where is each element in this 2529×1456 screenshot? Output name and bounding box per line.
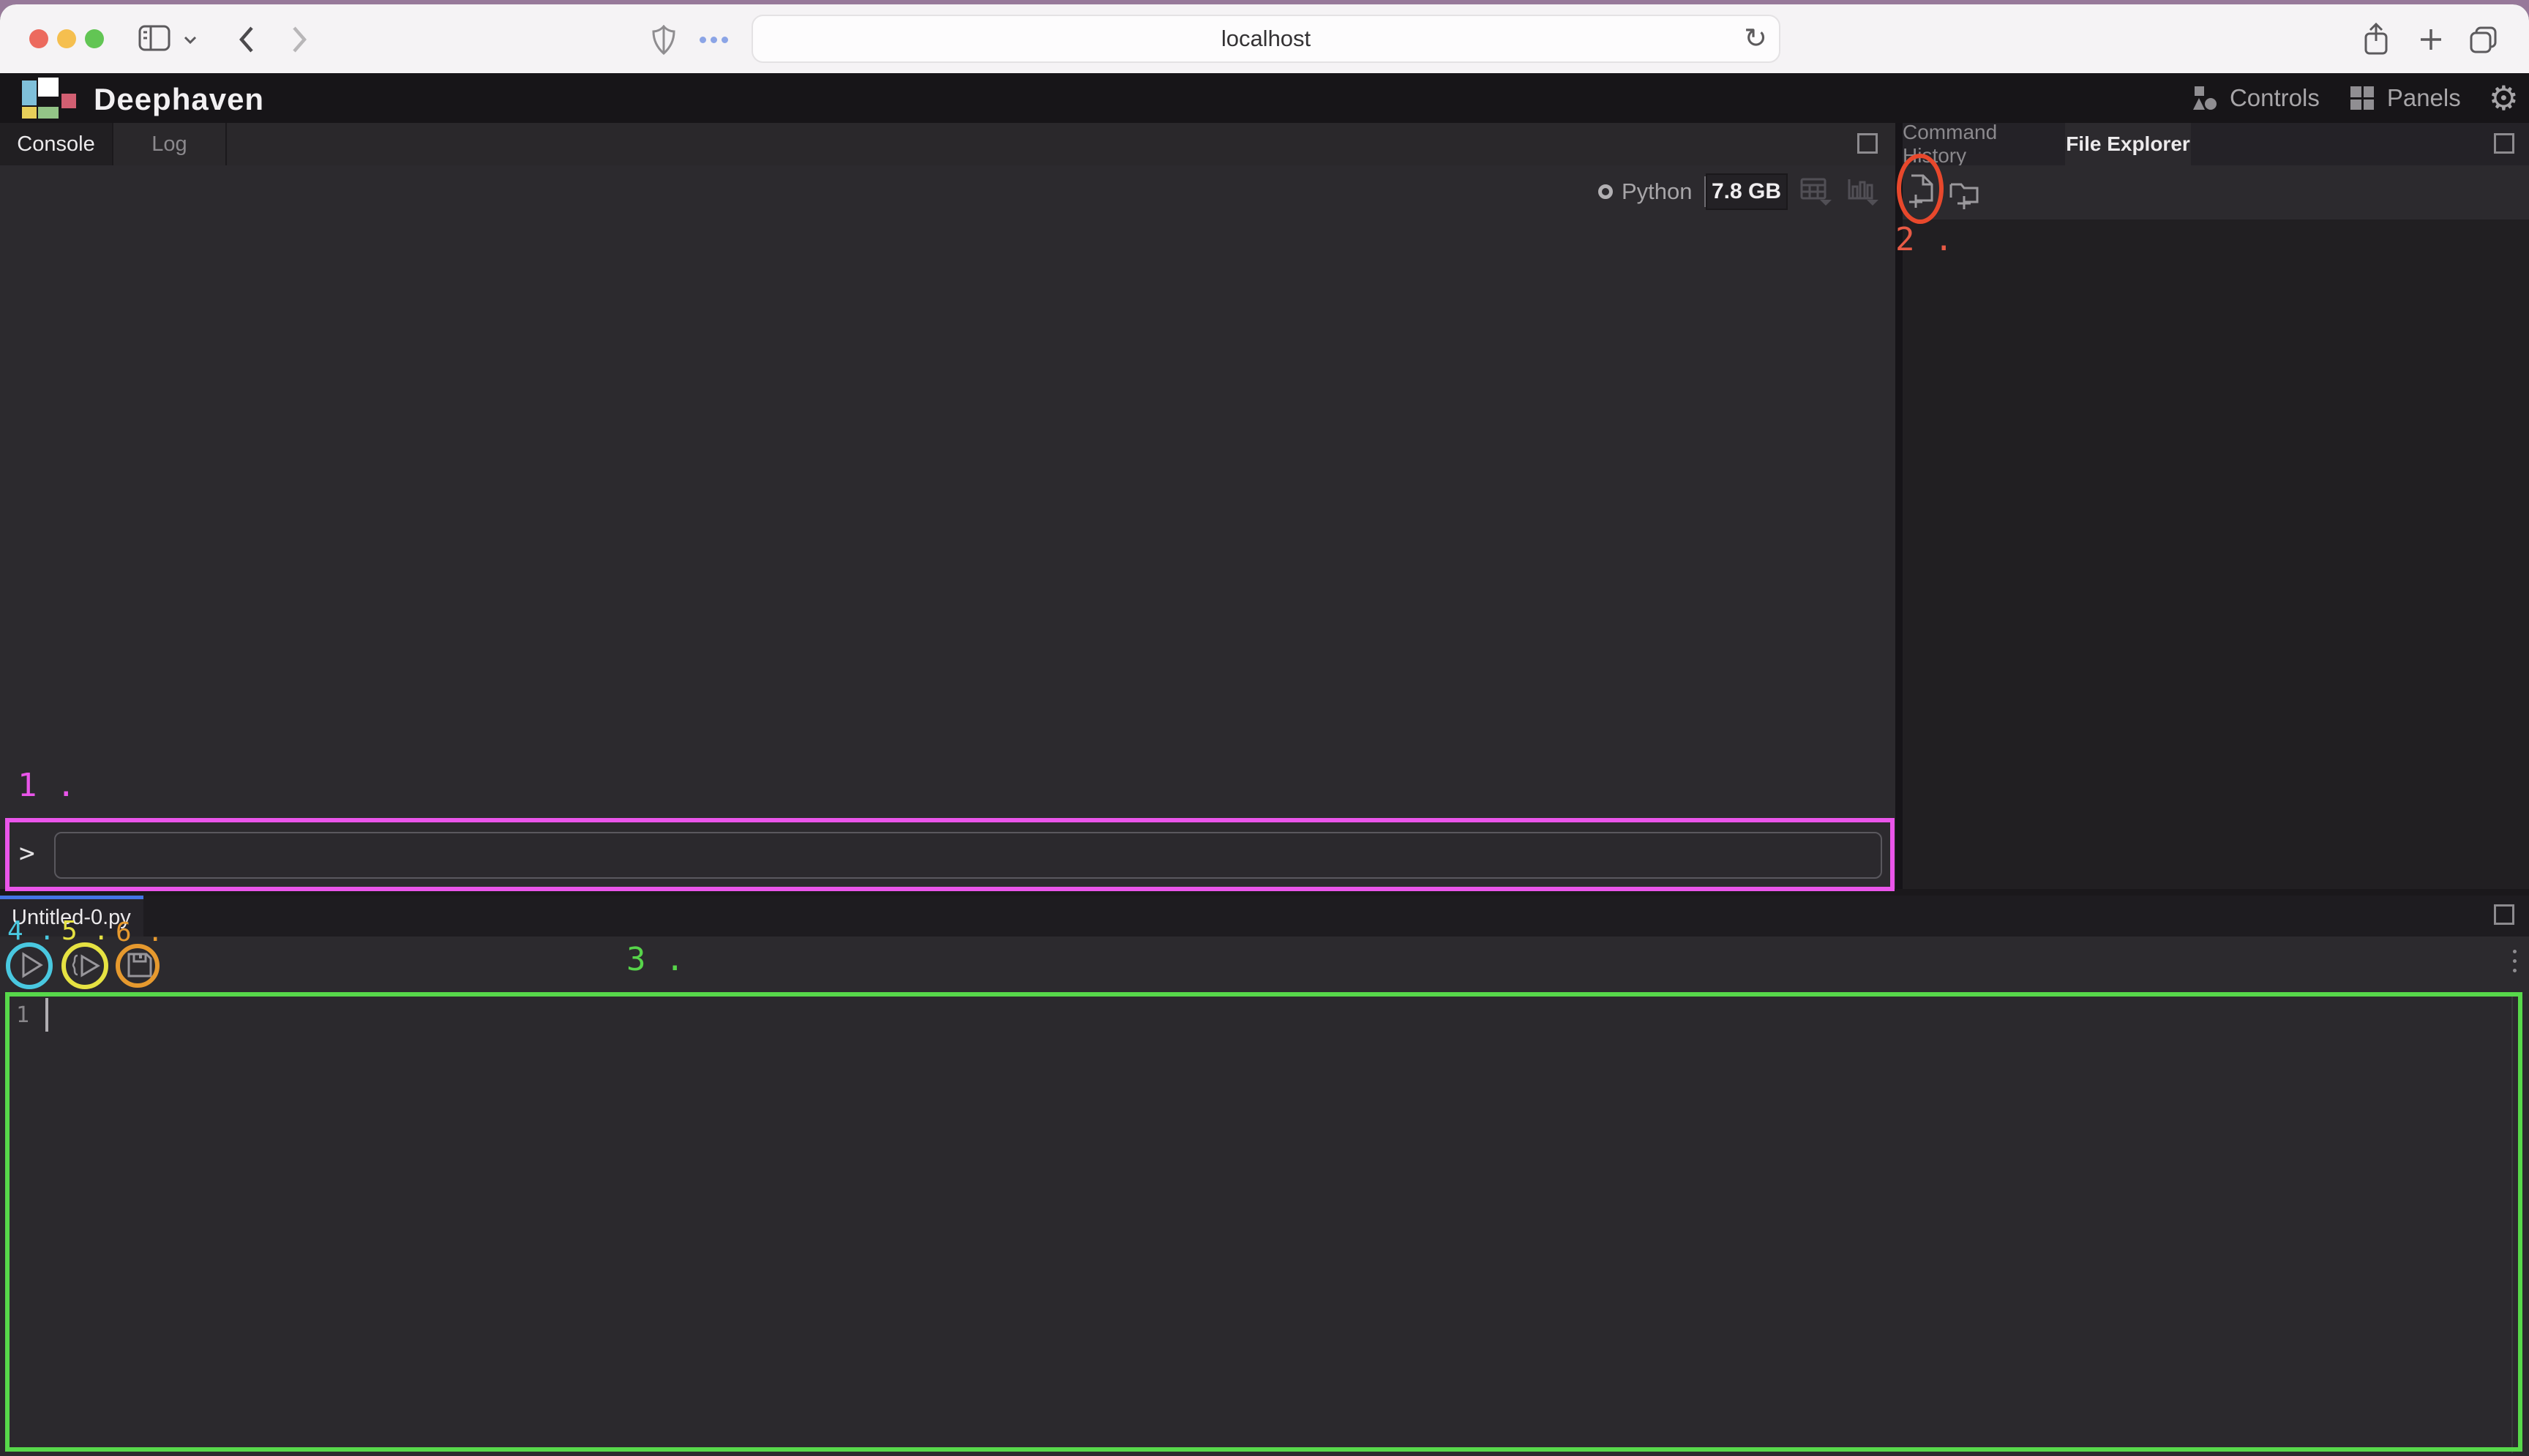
shield-icon[interactable] — [651, 25, 676, 56]
controls-icon[interactable] — [2190, 85, 2218, 111]
forward-button[interactable] — [290, 23, 310, 56]
save-icon[interactable] — [126, 951, 154, 979]
run-icon[interactable] — [16, 950, 45, 980]
share-icon[interactable] — [2361, 22, 2391, 57]
tab-console[interactable]: Console — [0, 123, 113, 165]
panels-button[interactable]: Panels — [2387, 84, 2461, 112]
panels-icon[interactable] — [2349, 85, 2375, 111]
tab-log[interactable]: Log — [113, 123, 227, 165]
browser-window: localhost ↻ — [0, 4, 2529, 1456]
minimize-window-button[interactable] — [57, 29, 76, 48]
browser-toolbar: localhost ↻ — [0, 4, 2529, 73]
back-button[interactable] — [236, 23, 256, 56]
editor-overflow-menu-icon[interactable] — [2513, 950, 2517, 972]
zoom-window-button[interactable] — [85, 29, 104, 48]
desktop: { "browser": { "url": "localhost", "relo… — [0, 0, 2529, 1456]
editor-caret — [45, 998, 48, 1032]
console-output-area[interactable] — [0, 165, 1895, 822]
editor-panel-maximize-icon[interactable] — [2494, 904, 2514, 925]
console-panel-maximize-icon[interactable] — [1857, 133, 1878, 154]
app-header — [0, 73, 2529, 123]
sidebar-toggle-icon[interactable] — [138, 23, 171, 53]
chart-dropdown-icon[interactable] — [1846, 176, 1881, 207]
panel-divider-horizontal[interactable] — [0, 889, 2529, 896]
address-bar[interactable]: localhost ↻ — [752, 15, 1780, 63]
tab-command-history[interactable]: Command History — [1903, 123, 2065, 165]
editor-tab-label: Untitled-0.py — [12, 906, 131, 930]
console-status-row: Python 7.8 GB — [1598, 173, 1901, 211]
table-dropdown-icon[interactable] — [1799, 176, 1835, 207]
file-explorer-body[interactable] — [1903, 219, 2529, 889]
controls-button[interactable]: Controls — [2230, 84, 2320, 112]
code-editor[interactable] — [0, 994, 2529, 1456]
new-file-icon[interactable] — [1906, 173, 1939, 211]
editor-line-number: 1 — [16, 1002, 29, 1028]
console-prompt: > — [19, 838, 35, 868]
editor-toolbar — [0, 937, 2529, 994]
editor-scrollbar[interactable] — [2511, 997, 2513, 1453]
header-actions: Controls Panels ⚙ — [2190, 73, 2519, 123]
session-status-icon — [1598, 184, 1613, 199]
session-language: Python — [1622, 179, 1693, 205]
page-menu-ellipsis-icon[interactable] — [700, 37, 728, 43]
file-explorer-toolbar — [1903, 165, 2529, 219]
editor-tab-strip — [0, 896, 2529, 937]
tab-overview-icon[interactable] — [2468, 23, 2500, 56]
right-panel-maximize-icon[interactable] — [2494, 133, 2514, 154]
app-title: Deephaven — [94, 80, 264, 119]
chevron-down-icon[interactable] — [183, 35, 198, 45]
close-window-button[interactable] — [29, 29, 48, 48]
new-folder-icon[interactable] — [1948, 179, 1983, 212]
tab-untitled-file[interactable]: Untitled-0.py — [0, 896, 143, 937]
console-input-field[interactable] — [54, 832, 1882, 879]
run-selected-icon[interactable] — [72, 950, 101, 980]
console-tab-strip — [0, 123, 1895, 165]
new-tab-plus-icon[interactable] — [2416, 25, 2446, 54]
address-url: localhost — [1221, 26, 1311, 52]
gear-icon[interactable]: ⚙ — [2489, 81, 2519, 115]
reload-icon[interactable]: ↻ — [1744, 22, 1767, 54]
memory-usage-badge[interactable]: 7.8 GB — [1706, 173, 1788, 210]
panel-divider[interactable] — [1895, 123, 1903, 889]
tab-file-explorer[interactable]: File Explorer — [2065, 123, 2191, 165]
